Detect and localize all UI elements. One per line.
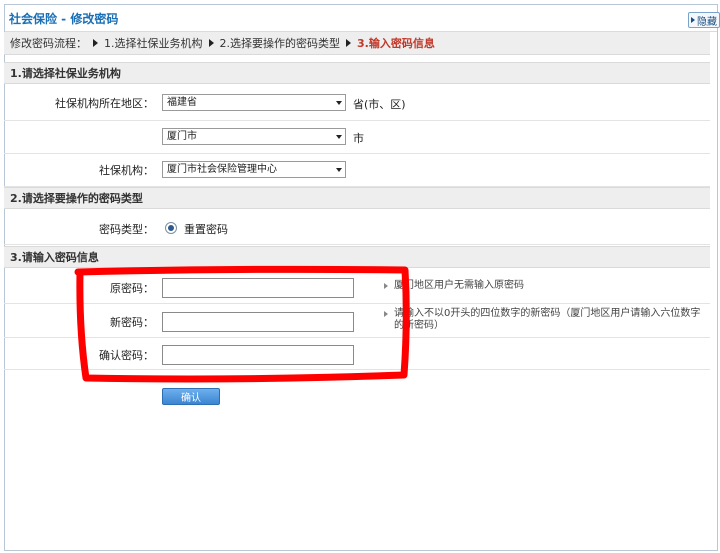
confirm-password-input[interactable]: [162, 345, 354, 365]
play-icon: [691, 17, 695, 23]
new-password-hint: 请输入不以0开头的四位数字的新密码（厦门地区用户请输入六位数字的新密码）: [384, 308, 704, 332]
arrow-right-icon: [346, 39, 351, 47]
province-suffix: 省(市、区): [353, 98, 406, 111]
org-select-value: 厦门市社会保险管理中心: [167, 164, 277, 175]
radio-selected-dot: [168, 225, 174, 231]
org-label: 社保机构：: [99, 164, 154, 177]
province-row: 社保机构所在地区： 福建省 省(市、区): [4, 86, 710, 121]
city-select-value: 厦门市: [167, 131, 197, 142]
password-type-row: 密码类型： 重置密码: [4, 211, 710, 245]
arrow-right-icon: [208, 39, 214, 47]
old-password-input[interactable]: [162, 278, 354, 298]
flow-step-2: 2.选择要操作的密码类型: [219, 37, 341, 50]
new-password-hint-text: 请输入不以0开头的四位数字的新密码（厦门地区用户请输入六位数字的新密码）: [394, 308, 701, 331]
chevron-down-icon: [336, 168, 342, 172]
org-select[interactable]: 厦门市社会保险管理中心: [162, 161, 346, 178]
old-password-hint: 厦门地区用户无需输入原密码: [384, 280, 714, 292]
city-suffix: 市: [353, 132, 364, 145]
section-header-password-info: 3.请输入密码信息: [4, 246, 710, 268]
reset-password-option-label: 重置密码: [184, 223, 228, 236]
old-password-row: 原密码： 厦门地区用户无需输入原密码: [4, 270, 710, 304]
arrow-right-icon: [93, 39, 98, 47]
flow-step-3: 3.输入密码信息: [357, 37, 435, 50]
org-row: 社保机构： 厦门市社会保险管理中心: [4, 154, 710, 187]
page-title: 社会保险 - 修改密码: [9, 12, 119, 26]
chevron-down-icon: [336, 135, 342, 139]
new-password-label: 新密码：: [110, 316, 154, 329]
reset-password-radio[interactable]: [165, 222, 177, 234]
hide-button[interactable]: 隐藏: [688, 12, 720, 28]
chevron-down-icon: [336, 101, 342, 105]
hide-button-label: 隐藏: [697, 16, 717, 28]
old-password-hint-text: 厦门地区用户无需输入原密码: [394, 280, 524, 291]
flow-label: 修改密码流程：: [10, 37, 87, 50]
province-select-value: 福建省: [167, 97, 197, 108]
city-select[interactable]: 厦门市: [162, 128, 346, 145]
section-header-org: 1.请选择社保业务机构: [4, 62, 710, 84]
breadcrumb: 修改密码流程： 1.选择社保业务机构 2.选择要操作的密码类型 3.输入密码信息: [4, 32, 710, 55]
section-header-password-type: 2.请选择要操作的密码类型: [4, 187, 710, 209]
title-bar: 社会保险 - 修改密码 隐藏: [5, 5, 720, 32]
confirm-button[interactable]: 确认: [162, 388, 220, 405]
old-password-label: 原密码：: [110, 282, 154, 295]
new-password-row: 新密码： 请输入不以0开头的四位数字的新密码（厦门地区用户请输入六位数字的新密码…: [4, 304, 710, 338]
confirm-password-row: 确认密码：: [4, 338, 710, 370]
city-row: 厦门市 市: [4, 121, 710, 154]
province-select[interactable]: 福建省: [162, 94, 346, 111]
new-password-input[interactable]: [162, 312, 354, 332]
password-type-label: 密码类型：: [99, 223, 154, 236]
hint-arrow-icon: [384, 283, 388, 289]
hint-arrow-icon: [384, 311, 388, 317]
region-label: 社保机构所在地区：: [55, 97, 154, 110]
confirm-password-label: 确认密码：: [99, 349, 154, 362]
flow-step-1: 1.选择社保业务机构: [104, 37, 203, 50]
